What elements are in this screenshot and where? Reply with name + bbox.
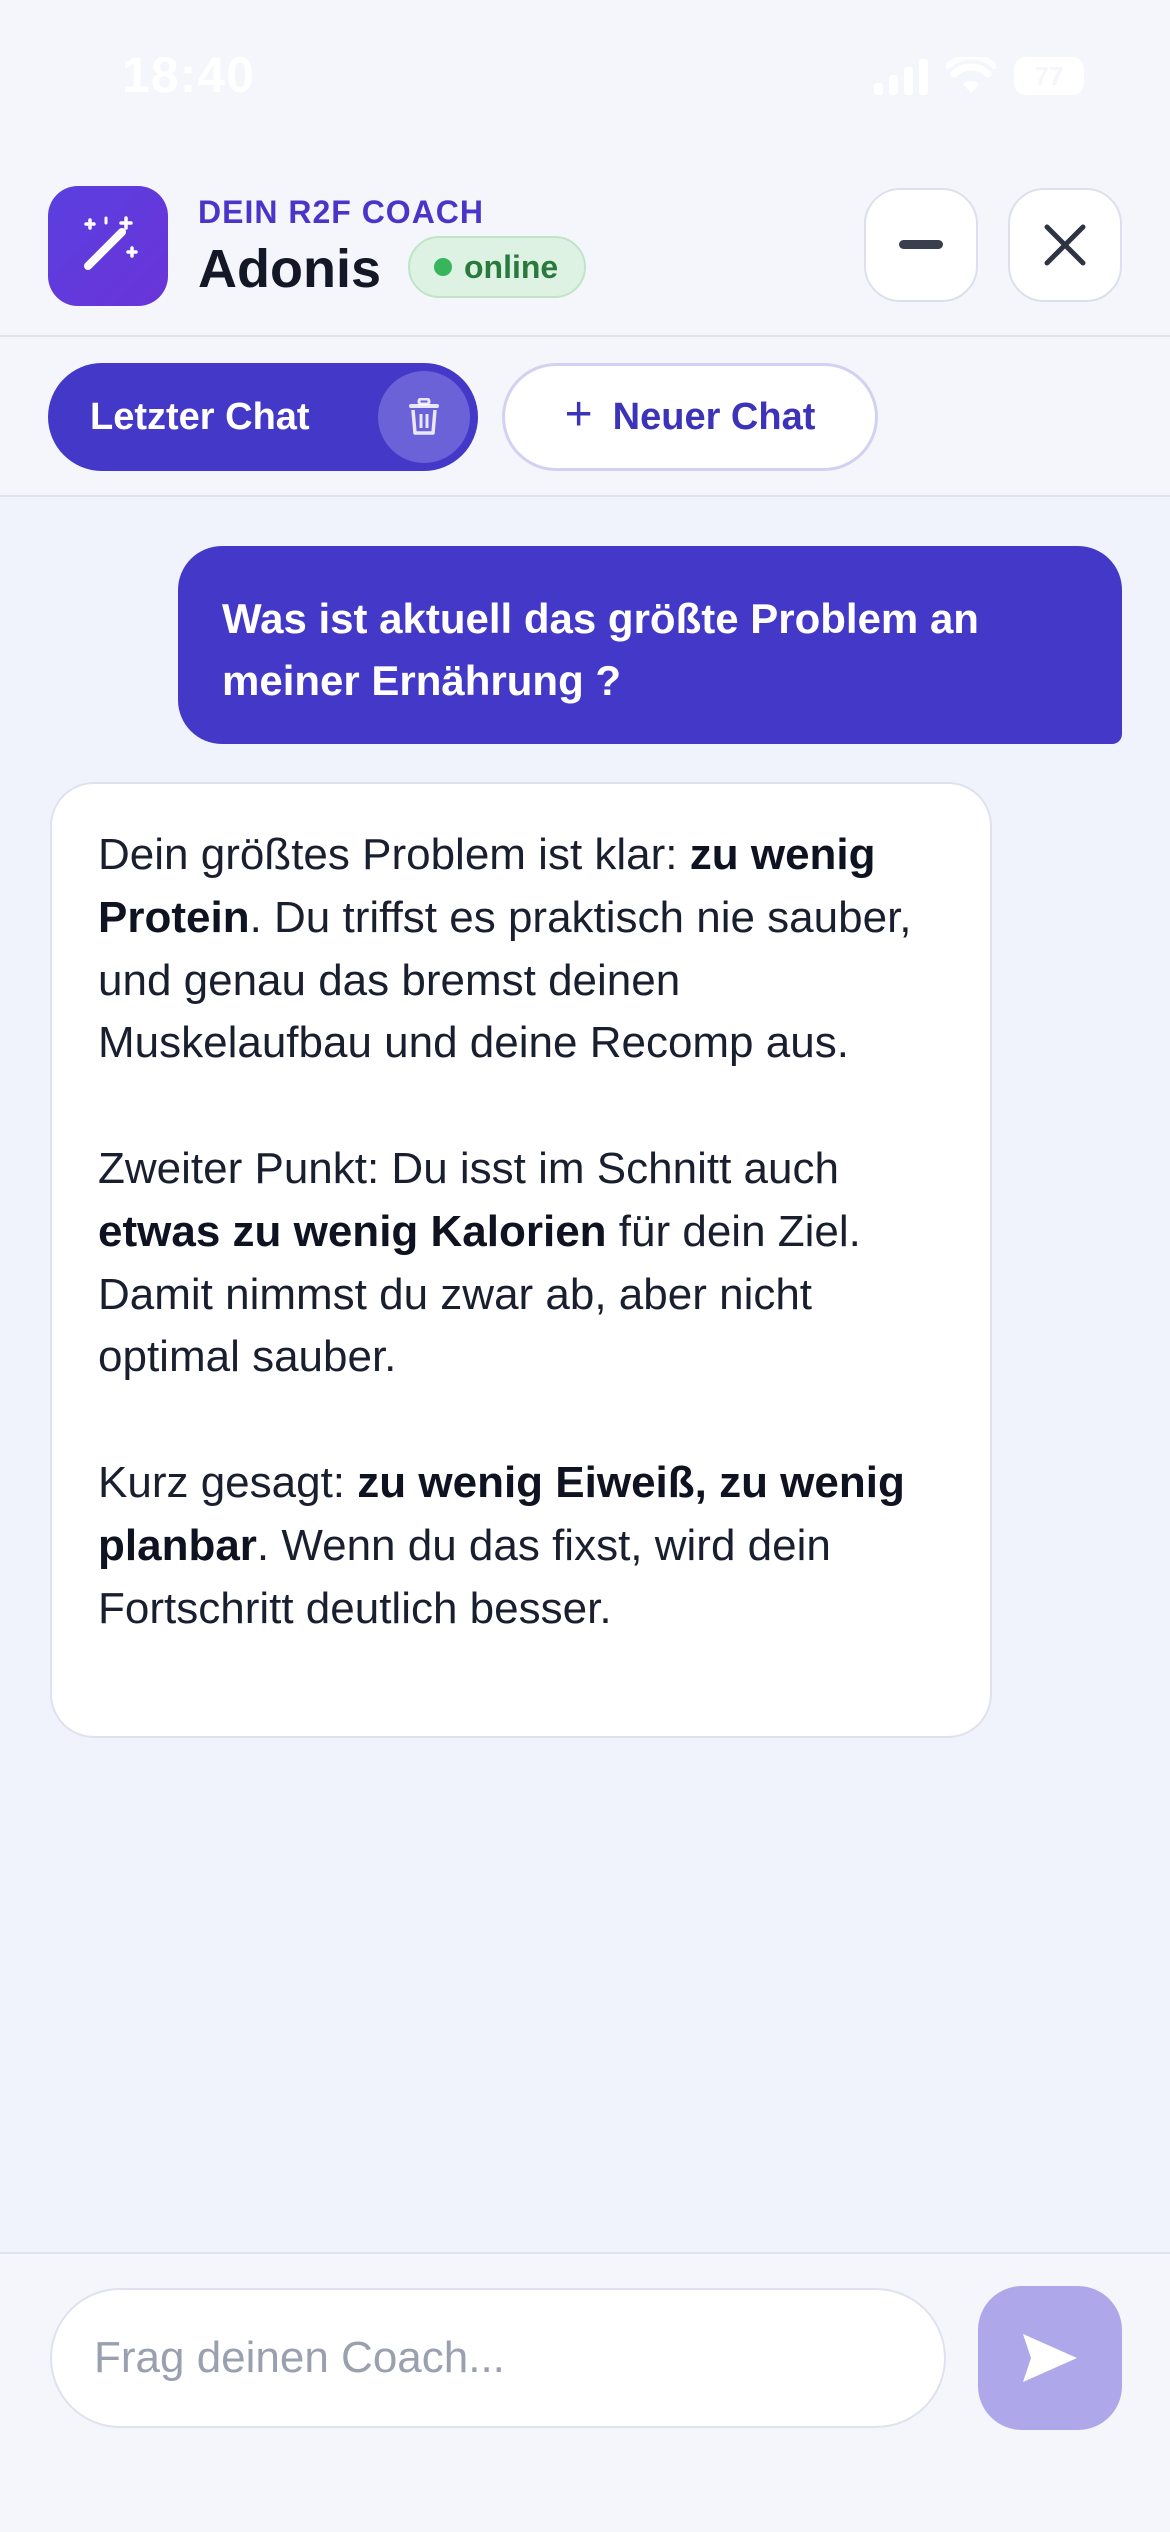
- trash-icon: [409, 398, 439, 435]
- user-message-bubble: Was ist aktuell das größte Problem an me…: [178, 546, 1122, 744]
- message-text: Kurz gesagt:: [98, 1457, 358, 1507]
- tab-last-chat[interactable]: Letzter Chat: [48, 363, 478, 471]
- coach-message-bubble: Dein größtes Problem ist klar: zu wenig …: [50, 782, 992, 1738]
- send-icon: [1023, 2334, 1077, 2382]
- tab-last-chat-label: Letzter Chat: [90, 395, 310, 438]
- coach-name: Adonis: [198, 239, 381, 299]
- status-time: 18:40: [122, 47, 255, 103]
- status-label: online: [464, 248, 559, 285]
- minimize-button[interactable]: [864, 188, 978, 302]
- online-dot-icon: [434, 258, 452, 276]
- send-button[interactable]: [978, 2286, 1122, 2430]
- minus-icon: [899, 240, 943, 249]
- chat-header: DEIN R2F COACH Adonis online: [0, 160, 1170, 337]
- message-paragraph: Kurz gesagt: zu wenig Eiweiß, zu wenig p…: [98, 1452, 944, 1640]
- composer: [0, 2252, 1170, 2532]
- new-chat-label: Neuer Chat: [612, 395, 816, 438]
- delete-chat-button[interactable]: [378, 371, 470, 463]
- status-bar: 18:40 77: [0, 0, 1170, 160]
- plus-icon: +: [564, 388, 593, 441]
- status-badge: online: [408, 236, 587, 298]
- close-button[interactable]: [1008, 188, 1122, 302]
- magic-wand-icon: [84, 216, 138, 270]
- battery-icon: 77: [1014, 57, 1084, 95]
- wifi-icon: [946, 57, 996, 93]
- new-chat-button[interactable]: + Neuer Chat: [502, 363, 878, 471]
- close-icon: [1044, 224, 1086, 266]
- chat-tabs: Letzter Chat + Neuer Chat: [0, 337, 1170, 497]
- message-paragraph: Dein größtes Problem ist klar: zu wenig …: [98, 824, 944, 1075]
- coach-avatar: [48, 186, 168, 306]
- message-emphasis: etwas zu wenig Kalorien: [98, 1206, 607, 1256]
- message-paragraph: Zweiter Punkt: Du isst im Schnitt auch e…: [98, 1138, 944, 1389]
- message-text: Zweiter Punkt: Du isst im Schnitt auch: [98, 1143, 839, 1193]
- status-icons: 77: [874, 54, 1084, 98]
- coach-kicker: DEIN R2F COACH: [198, 194, 485, 230]
- message-text: Dein größtes Problem ist klar:: [98, 830, 690, 879]
- cellular-signal-icon: [874, 57, 928, 95]
- message-input[interactable]: [50, 2288, 946, 2428]
